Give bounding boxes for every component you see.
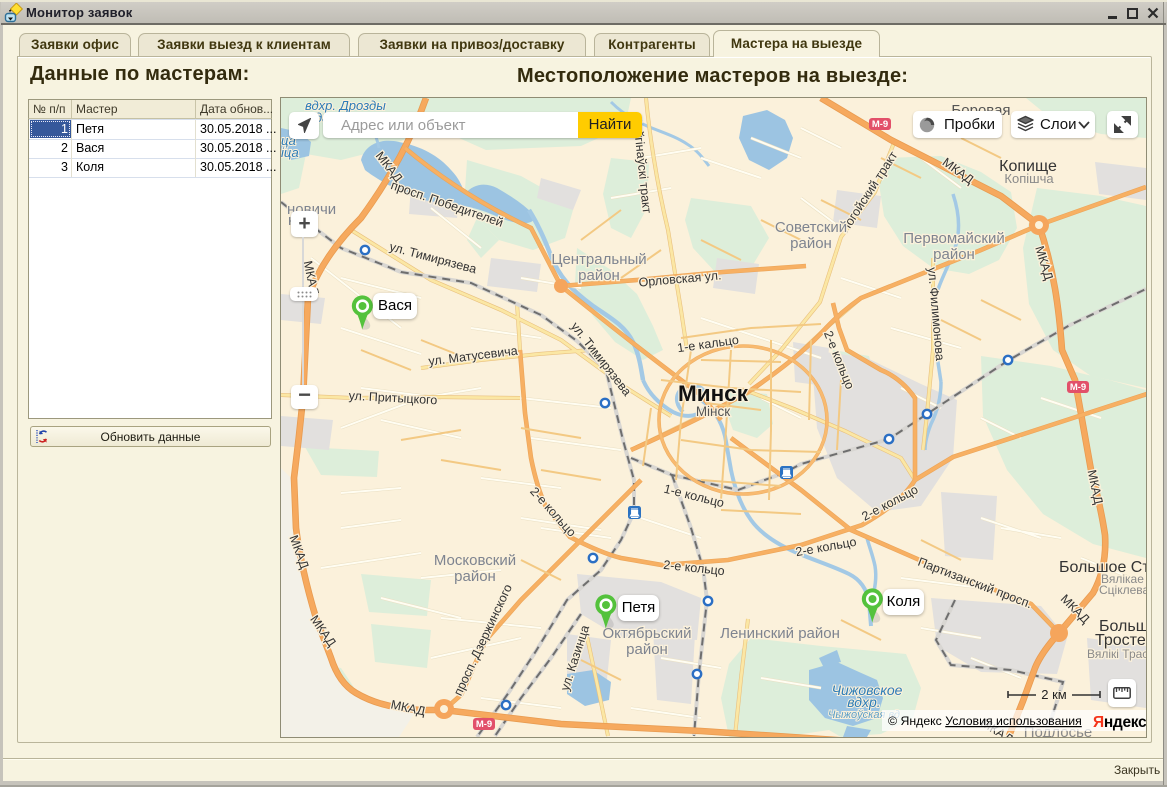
svg-text:Ленинский район: Ленинский район [720,625,840,642]
svg-text:Вялікі Трас: Вялікі Трас [1087,647,1146,661]
svg-text:М-9: М-9 [476,719,492,730]
svg-text:М-9: М-9 [872,119,888,130]
svg-text:Мінск: Мінск [696,404,730,419]
svg-text:Советский: Советский [775,219,847,236]
svg-text:Минск: Минск [678,381,749,406]
svg-text:Копішча: Копішча [1004,171,1054,186]
svg-text:район: район [933,246,975,263]
svg-text:Яндекс: Яндекс [1093,714,1146,731]
svg-text:вдхр.: вдхр. [847,694,880,710]
svg-text:район: район [578,267,620,284]
svg-text:© Яндекс Условия использования: © Яндекс Условия использования [888,714,1082,728]
svg-text:Московский: Московский [434,552,516,569]
svg-text:Сціклева: Сціклева [1099,583,1146,597]
svg-text:2 км: 2 км [1041,687,1067,702]
svg-text:Октябрьский: Октябрьский [603,625,692,642]
svg-text:район: район [626,641,668,658]
svg-text:М-9: М-9 [1070,382,1086,393]
svg-text:район: район [454,568,496,585]
svg-text:Первомайский: Первомайский [903,230,1004,247]
svg-text:Центральный: Центральный [551,251,646,268]
svg-text:район: район [790,235,832,252]
svg-text:іца: іца [281,145,299,160]
